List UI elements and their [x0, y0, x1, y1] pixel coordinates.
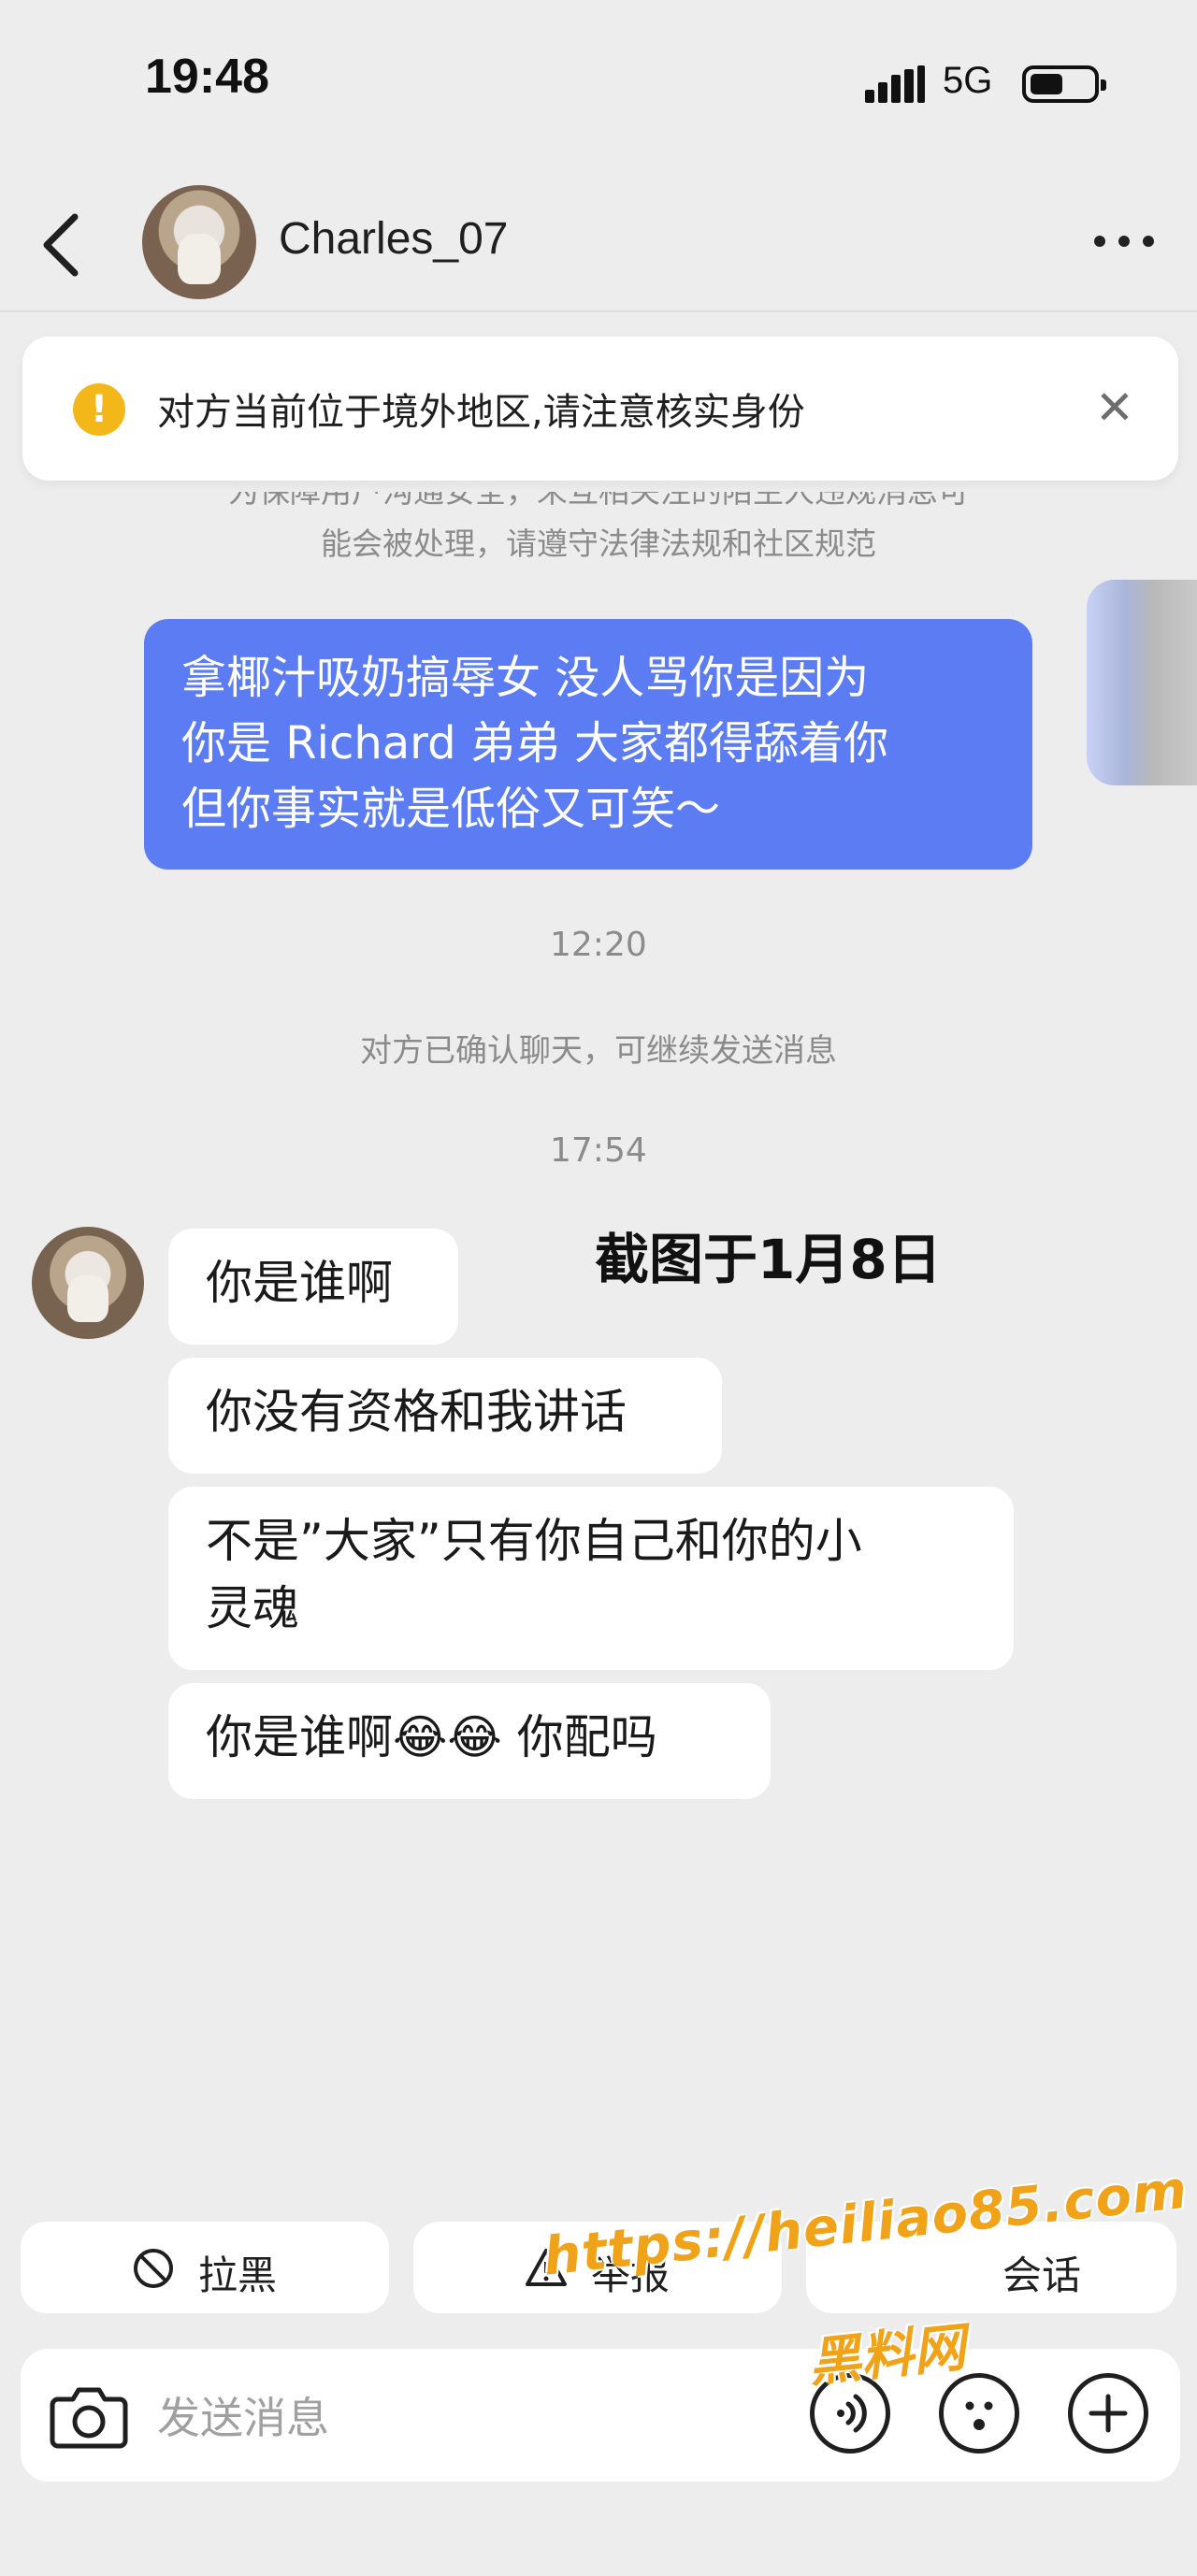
message-line: 灵魂 [206, 1581, 299, 1635]
message-text: 你是谁啊😂😂 你配吗 [206, 1710, 657, 1764]
close-icon[interactable]: ✕ [1089, 381, 1141, 434]
banner-text: 对方当前位于境外地区,请注意核实身份 [157, 391, 805, 434]
outgoing-message-bubble[interactable]: 拿椰汁吸奶搞辱女 没人骂你是因为 你是 Richard 弟弟 大家都得舔着你 但… [144, 619, 1032, 870]
incoming-message-bubble[interactable]: 你是谁啊😂😂 你配吗 [168, 1683, 771, 1799]
location-warning-banner: ! 对方当前位于境外地区,请注意核实身份 ✕ [22, 337, 1178, 481]
signal-strength-icon [865, 65, 927, 103]
message-line: 拿椰汁吸奶搞辱女 没人骂你是因为 [181, 652, 870, 704]
message-line: 不是”大家”只有你自己和你的小 [206, 1514, 862, 1568]
system-note-line: 能会被处理，请遵守法律法规和社区规范 [321, 525, 876, 562]
timestamp: 17:54 [550, 1131, 647, 1170]
incoming-message-bubble[interactable]: 你没有资格和我讲话 [168, 1358, 722, 1474]
block-icon [134, 2249, 173, 2288]
message-text: 你没有资格和我讲话 [206, 1385, 627, 1439]
battery-icon [1022, 65, 1106, 103]
incoming-message-bubble[interactable]: 不是”大家”只有你自己和你的小 灵魂 [168, 1487, 1014, 1670]
message-line: 你是 Richard 弟弟 大家都得舔着你 [181, 717, 889, 770]
warning-icon: ! [73, 383, 125, 436]
block-button[interactable]: 拉黑 [21, 2222, 389, 2313]
contact-avatar[interactable] [142, 185, 256, 299]
system-note-line: 为保障用户沟通安全，未互相关注的陌生人违规消息可 [228, 473, 969, 510]
safety-system-note: 为保障用户沟通安全，未互相关注的陌生人违规消息可 能会被处理，请遵守法律法规和社… [140, 466, 1057, 570]
back-arrow-icon[interactable] [37, 208, 94, 282]
plus-icon[interactable] [1068, 2373, 1148, 2454]
session-action-label: 会话 [1002, 2252, 1082, 2298]
network-type: 5G [943, 60, 993, 101]
chat-confirmed-note: 对方已确认聊天，可继续发送消息 [360, 1032, 837, 1070]
message-line: 但你事实就是低俗又可笑～ [181, 783, 721, 835]
own-avatar-blurred [1087, 580, 1197, 785]
contact-avatar-small[interactable] [32, 1227, 144, 1339]
screenshot-date-caption: 截图于1月8日 [595, 1228, 942, 1291]
message-text: 你是谁啊 [206, 1256, 393, 1310]
emoji-icon[interactable] [939, 2373, 1019, 2454]
block-label: 拉黑 [198, 2252, 278, 2298]
contact-username[interactable]: Charles_07 [279, 213, 508, 265]
header-divider [0, 310, 1197, 312]
status-time: 19:48 [145, 50, 269, 104]
message-input[interactable]: 发送消息 [157, 2384, 329, 2446]
incoming-message-bubble[interactable]: 你是谁啊 [168, 1229, 458, 1345]
camera-icon[interactable] [49, 2379, 129, 2454]
timestamp: 12:20 [550, 926, 647, 964]
more-dots-icon[interactable] [1094, 228, 1154, 254]
